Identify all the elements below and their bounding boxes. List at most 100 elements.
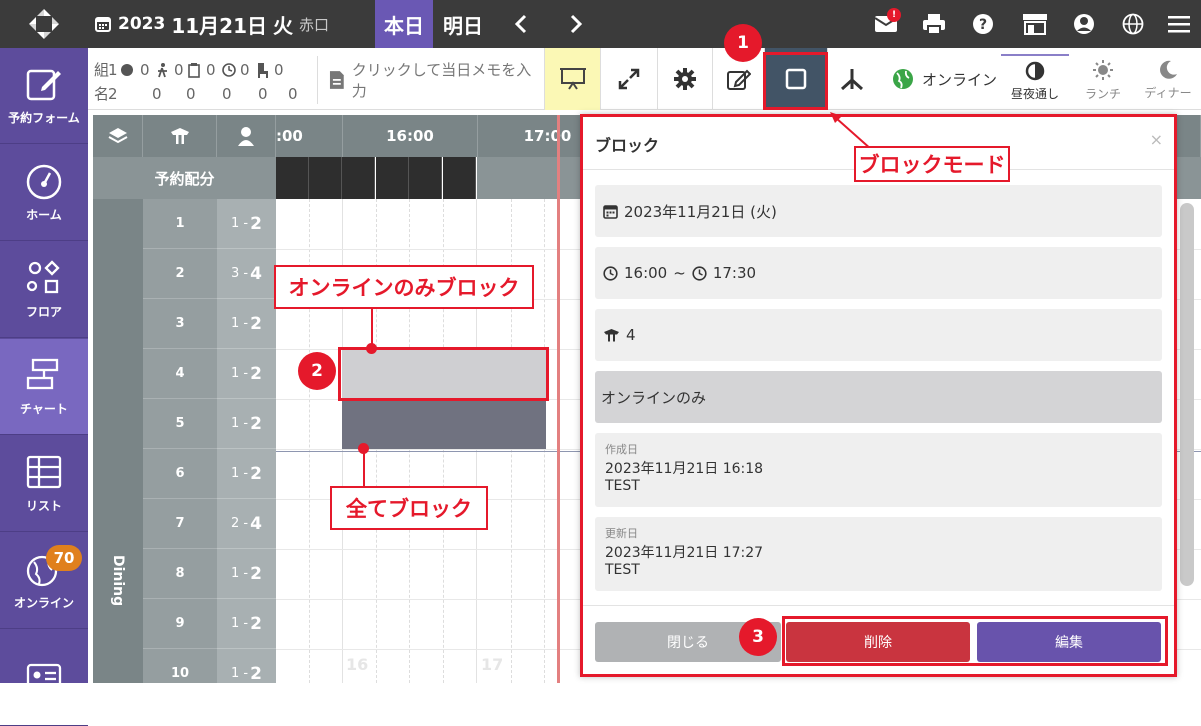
layer-toggle[interactable] <box>93 115 143 157</box>
sidebar-item-reservation-form[interactable]: 予約フォーム <box>0 48 88 144</box>
stats-value: 0 <box>274 61 284 79</box>
menu-button[interactable] <box>1157 0 1201 48</box>
sidebar-item-label: フロア <box>25 305 62 319</box>
capacity-min: 1 - <box>231 616 249 631</box>
capacity-max: 2 <box>250 463 262 484</box>
store-button[interactable] <box>1013 0 1057 48</box>
stats-value: 0 <box>240 61 250 79</box>
next-day-button[interactable] <box>560 0 592 48</box>
meal-day-night-label: 昼夜通し <box>1010 86 1059 101</box>
printer-icon <box>923 14 945 35</box>
capacity-min: 1 - <box>231 416 249 431</box>
scrollbar-thumb[interactable] <box>1180 203 1194 586</box>
shapes-icon <box>26 260 60 294</box>
sidebar-item-home[interactable]: ホーム <box>0 145 88 241</box>
memo-icon <box>329 71 344 89</box>
stats-row-people: 名 2 0 0 0 0 0 <box>94 82 300 106</box>
meal-dinner-label: ディナー <box>1144 85 1192 100</box>
toolbar: 組 1 0 0 0 0 0 名 2 0 0 0 0 0 クリックして当日メモを入… <box>88 48 1201 110</box>
table-number[interactable]: 7 <box>143 499 217 549</box>
table-number[interactable]: 2 <box>143 249 217 299</box>
stats-value: 2 <box>108 85 118 103</box>
table-number[interactable]: 3 <box>143 299 217 349</box>
table-number[interactable]: 5 <box>143 399 217 449</box>
allocation-cell[interactable] <box>376 157 409 199</box>
sidebar-item-customer[interactable] <box>0 630 88 726</box>
presentation-icon <box>559 68 586 90</box>
user-circle-icon <box>1074 14 1094 34</box>
date-display[interactable]: 2023 11月21日 火 赤口 <box>94 0 329 48</box>
sidebar-item-label: チャート <box>20 402 68 416</box>
table-number[interactable]: 1 <box>143 199 217 249</box>
table-column-header[interactable] <box>143 115 217 157</box>
prev-day-button[interactable] <box>505 0 537 48</box>
daily-memo-placeholder: クリックして当日メモを入力 <box>351 61 532 100</box>
capacity-max: 2 <box>250 563 262 584</box>
table-capacity: 3 -4 <box>217 249 276 299</box>
capacity-min: 1 - <box>231 466 249 481</box>
app-logo[interactable] <box>0 0 88 48</box>
annotation-online-only-label: オンラインのみブロック <box>274 265 534 309</box>
meal-day-night-button[interactable]: 昼夜通し <box>1001 54 1069 106</box>
settings-button[interactable] <box>657 48 712 110</box>
hamburger-menu-icon <box>1168 16 1190 33</box>
full-block[interactable] <box>342 401 546 449</box>
stats-value: 0 <box>222 85 232 103</box>
tab-tomorrow[interactable]: 明日 <box>437 0 489 48</box>
stats-value: 0 <box>206 61 216 79</box>
capacity-min: 1 - <box>231 366 249 381</box>
print-button[interactable] <box>912 0 956 48</box>
online-toggle-button[interactable]: オンライン <box>878 48 997 110</box>
table-number[interactable]: 6 <box>143 449 217 499</box>
expand-button[interactable] <box>600 48 657 110</box>
stats-value: 0 <box>152 85 162 103</box>
daily-memo-input[interactable]: クリックして当日メモを入力 <box>317 56 543 104</box>
sidebar-item-label: ホーム <box>26 208 62 222</box>
meal-lunch-button[interactable]: ランチ <box>1069 54 1137 106</box>
room-label-column: Dining <box>93 199 143 683</box>
allocation-cell[interactable] <box>276 157 309 199</box>
table-number[interactable]: 8 <box>143 549 217 599</box>
capacity-min: 1 - <box>231 666 249 681</box>
account-button[interactable] <box>1062 0 1106 48</box>
faint-hour-label: 16 <box>346 655 369 674</box>
stats-value: 0 <box>288 85 298 103</box>
table-number[interactable]: 9 <box>143 599 217 649</box>
sidebar-item-floor[interactable]: フロア <box>0 242 88 338</box>
mail-button[interactable]: ! <box>864 0 908 48</box>
sidebar: 予約フォーム ホーム フロア チャート リスト オンライン 70 <box>0 48 88 726</box>
presentation-button[interactable] <box>544 48 600 110</box>
tab-today[interactable]: 本日 <box>375 0 433 48</box>
annotation-connector <box>363 452 365 486</box>
sidebar-item-chart[interactable]: チャート <box>0 339 88 435</box>
allocation-cell[interactable] <box>342 157 375 199</box>
time-header-prev: :00 <box>276 115 343 157</box>
person-icon <box>238 127 254 146</box>
gauge-icon <box>26 164 62 200</box>
table-capacity: 1 -2 <box>217 349 276 399</box>
merge-button[interactable] <box>827 48 875 110</box>
allocation-cell[interactable] <box>443 157 476 199</box>
time-header-16: 16:00 <box>343 115 478 157</box>
help-button[interactable]: ? <box>961 0 1005 48</box>
language-button[interactable] <box>1111 0 1155 48</box>
stats-people-label: 名 <box>94 85 110 103</box>
table-capacity: 1 -2 <box>217 299 276 349</box>
table-number[interactable]: 4 <box>143 349 217 399</box>
table-number[interactable]: 10 <box>143 649 217 683</box>
summary-stats: 組 1 0 0 0 0 0 名 2 0 0 0 0 0 <box>94 58 300 106</box>
store-icon <box>1023 14 1047 35</box>
date-weekday: 火 <box>273 13 293 38</box>
allocation-cell[interactable] <box>309 157 342 199</box>
sidebar-item-online[interactable]: オンライン 70 <box>0 533 88 629</box>
allocation-cell[interactable] <box>409 157 442 199</box>
svg-text:?: ? <box>979 17 987 33</box>
capacity-max: 2 <box>250 363 262 384</box>
calendar-icon <box>95 17 111 32</box>
annotation-online-block-highlight <box>338 347 549 401</box>
capacity-max: 4 <box>250 263 262 284</box>
sidebar-item-list[interactable]: リスト <box>0 436 88 532</box>
chevron-right-icon <box>570 14 583 34</box>
meal-dinner-button[interactable]: ディナー <box>1134 54 1201 106</box>
capacity-column-header[interactable] <box>217 115 276 157</box>
